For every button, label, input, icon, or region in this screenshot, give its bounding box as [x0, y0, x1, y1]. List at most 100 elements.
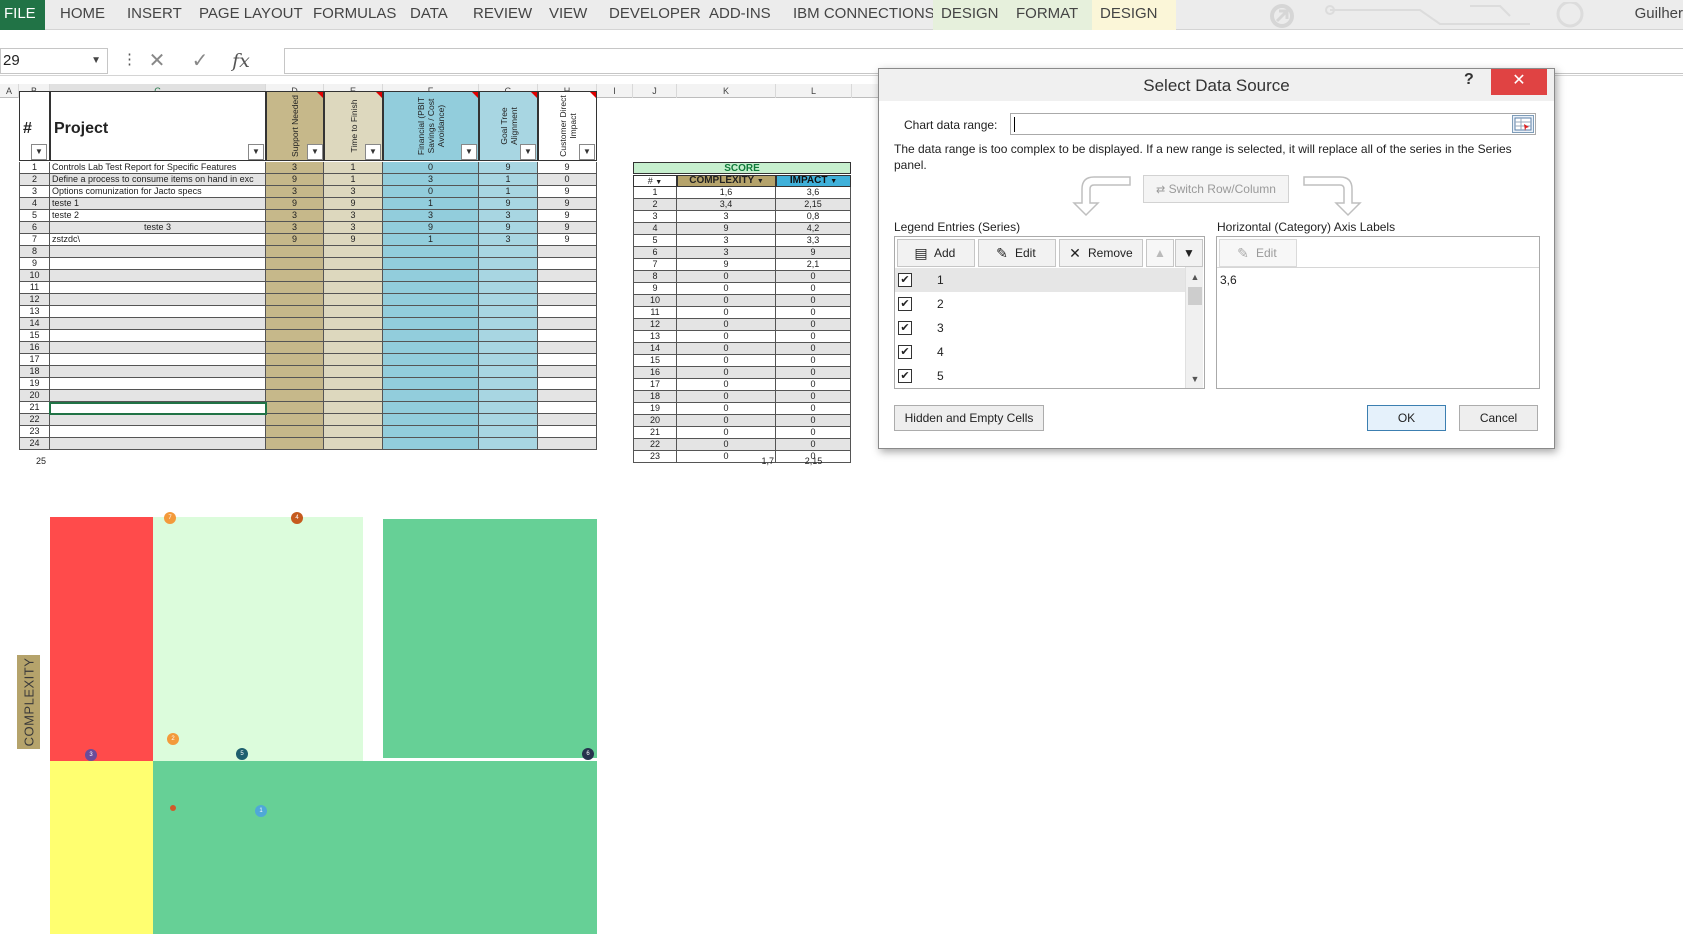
score-cell[interactable] — [479, 342, 538, 354]
score-number-cell[interactable]: 4 — [633, 223, 677, 235]
range-picker-icon[interactable] — [1512, 115, 1534, 133]
score-cell[interactable] — [324, 258, 383, 270]
row-number-cell[interactable]: 6 — [19, 222, 50, 234]
project-name-cell[interactable] — [50, 414, 266, 426]
move-up-button[interactable]: ▲ — [1146, 239, 1174, 267]
complexity-cell[interactable]: 3 — [677, 211, 776, 223]
score-cell[interactable] — [538, 438, 597, 450]
score-cell[interactable] — [479, 318, 538, 330]
score-cell[interactable] — [538, 270, 597, 282]
score-cell[interactable]: 9 — [479, 198, 538, 210]
score-number-cell[interactable]: 9 — [633, 283, 677, 295]
tab-chart-format[interactable]: FORMAT — [1008, 0, 1092, 30]
filter-dropdown-icon[interactable]: ▼ — [31, 144, 47, 160]
score-cell[interactable] — [266, 378, 324, 390]
score-cell[interactable] — [266, 402, 324, 414]
impact-cell[interactable]: 0 — [776, 283, 851, 295]
series-item[interactable]: ✔ 4 — [895, 340, 1185, 364]
series-item[interactable]: ✔ 5 — [895, 364, 1185, 388]
score-cell[interactable] — [266, 438, 324, 450]
project-name-cell[interactable]: teste 3 — [50, 222, 266, 234]
score-cell[interactable]: 9 — [538, 210, 597, 222]
score-cell[interactable]: 9 — [383, 222, 479, 234]
score-number-cell[interactable]: 8 — [633, 271, 677, 283]
impact-cell[interactable]: 0 — [776, 295, 851, 307]
score-number-cell[interactable]: 3 — [633, 211, 677, 223]
column-header-i[interactable]: I — [597, 84, 633, 98]
score-cell[interactable] — [324, 426, 383, 438]
score-cell[interactable]: 3 — [266, 210, 324, 222]
project-name-cell[interactable] — [50, 342, 266, 354]
score-cell[interactable] — [324, 282, 383, 294]
score-number-cell[interactable]: 22 — [633, 439, 677, 451]
help-icon[interactable]: ? — [1464, 71, 1474, 89]
score-cell[interactable]: 1 — [479, 174, 538, 186]
series-checkbox[interactable]: ✔ — [898, 345, 912, 359]
score-cell[interactable] — [266, 342, 324, 354]
score-cell[interactable] — [383, 402, 479, 414]
project-name-cell[interactable] — [50, 294, 266, 306]
score-cell[interactable] — [538, 330, 597, 342]
score-number-cell[interactable]: 6 — [633, 247, 677, 259]
complexity-cell[interactable]: 0 — [677, 343, 776, 355]
score-cell[interactable] — [324, 354, 383, 366]
score-cell[interactable]: 3 — [324, 222, 383, 234]
score-cell[interactable] — [324, 438, 383, 450]
edit-series-button[interactable]: ✎ Edit — [978, 239, 1056, 267]
impact-cell[interactable]: 2,1 — [776, 259, 851, 271]
score-cell[interactable] — [266, 426, 324, 438]
row-number-cell[interactable]: 8 — [19, 246, 50, 258]
filter-dropdown-icon[interactable]: ▼ — [520, 144, 536, 160]
series-item[interactable]: ✔ 1 — [895, 268, 1185, 292]
impact-cell[interactable]: 0 — [776, 271, 851, 283]
score-cell[interactable]: 1 — [479, 186, 538, 198]
hidden-empty-cells-button[interactable]: Hidden and Empty Cells — [894, 405, 1044, 431]
chart-point[interactable]: 2 — [167, 733, 179, 745]
score-cell[interactable] — [383, 342, 479, 354]
score-cell[interactable]: 3 — [266, 162, 324, 174]
score-cell[interactable] — [479, 390, 538, 402]
complexity-cell[interactable]: 0 — [677, 307, 776, 319]
score-cell[interactable] — [383, 318, 479, 330]
impact-cell[interactable]: 0 — [776, 307, 851, 319]
chart-data-range-input[interactable] — [1010, 113, 1536, 135]
score-cell[interactable]: 1 — [324, 174, 383, 186]
cancel-icon[interactable]: ✕ — [139, 48, 175, 74]
row-number-cell[interactable]: 19 — [19, 378, 50, 390]
impact-cell[interactable]: 0 — [776, 439, 851, 451]
complexity-cell[interactable]: 0 — [677, 331, 776, 343]
score-cell[interactable] — [479, 354, 538, 366]
score-cell[interactable]: 0 — [383, 186, 479, 198]
score-cell[interactable] — [383, 294, 479, 306]
score-cell[interactable] — [383, 390, 479, 402]
impact-cell[interactable]: 0 — [776, 427, 851, 439]
complexity-cell[interactable]: 0 — [677, 283, 776, 295]
score-cell[interactable]: 0 — [383, 162, 479, 174]
score-cell[interactable]: 9 — [538, 198, 597, 210]
tab-view[interactable]: VIEW — [541, 0, 595, 30]
row-number-cell[interactable]: 3 — [19, 186, 50, 198]
row-number-cell[interactable]: 24 — [19, 438, 50, 450]
complexity-cell[interactable]: 1,6 — [677, 187, 776, 199]
score-cell[interactable]: 3 — [479, 210, 538, 222]
tab-formulas[interactable]: FORMULAS — [305, 0, 404, 30]
score-number-cell[interactable]: 20 — [633, 415, 677, 427]
switch-row-column-button[interactable]: ⇄ Switch Row/Column — [1143, 175, 1289, 203]
score-cell[interactable] — [266, 330, 324, 342]
project-name-cell[interactable]: zstzdc\ — [50, 234, 266, 246]
row-number-cell[interactable]: 17 — [19, 354, 50, 366]
score-cell[interactable] — [383, 306, 479, 318]
score-cell[interactable]: 3 — [324, 210, 383, 222]
complexity-header[interactable]: COMPLEXITY ▼ — [677, 175, 776, 187]
chart-point[interactable]: 5 — [236, 748, 248, 760]
row-number-cell[interactable]: 15 — [19, 330, 50, 342]
project-name-cell[interactable]: Controls Lab Test Report for Specific Fe… — [50, 162, 266, 174]
score-cell[interactable]: 9 — [479, 222, 538, 234]
score-cell[interactable] — [324, 318, 383, 330]
project-name-cell[interactable] — [50, 330, 266, 342]
score-cell[interactable] — [266, 282, 324, 294]
score-cell[interactable]: 1 — [383, 234, 479, 246]
score-cell[interactable] — [538, 342, 597, 354]
score-cell[interactable] — [266, 258, 324, 270]
score-cell[interactable]: 3 — [479, 234, 538, 246]
